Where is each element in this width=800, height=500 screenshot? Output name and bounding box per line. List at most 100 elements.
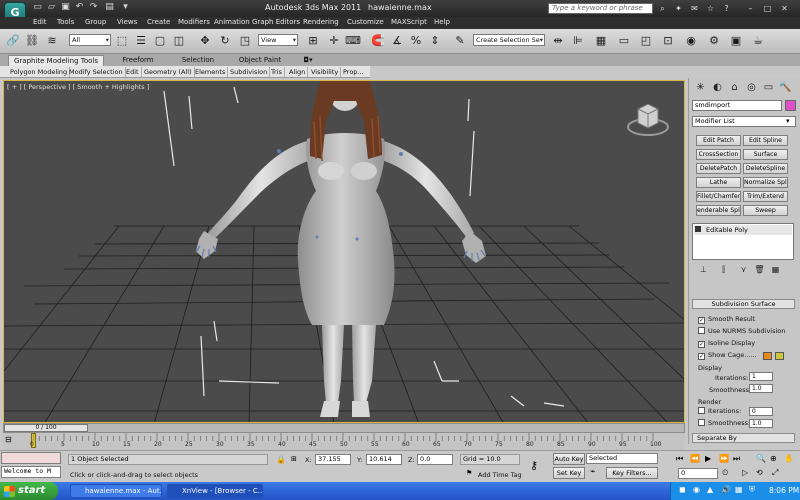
pivot-center-icon[interactable]: ⊞ <box>305 33 321 49</box>
menu-customize[interactable]: Customize <box>347 18 384 26</box>
cage-color-2-swatch[interactable] <box>775 352 784 360</box>
viewcube-icon[interactable] <box>626 99 670 139</box>
menu-group[interactable]: Group <box>85 18 106 26</box>
edit-patch-button[interactable]: Edit Patch <box>696 135 741 146</box>
cage-color-1-swatch[interactable] <box>763 352 772 360</box>
next-frame-icon[interactable]: ⏩ <box>719 454 729 463</box>
rect-region-icon[interactable]: ▢ <box>152 33 168 49</box>
key-icon[interactable]: ⚷ <box>530 459 538 472</box>
go-to-end-icon[interactable]: ⏭ <box>733 454 740 464</box>
named-selection-dropdown[interactable]: Create Selection Se <box>473 34 545 46</box>
panel-properties[interactable]: Prop... <box>341 67 366 77</box>
schematic-view-icon[interactable]: ⊡ <box>660 33 676 49</box>
key-filter-dropdown[interactable]: Selected <box>586 453 658 464</box>
scale-icon[interactable]: ◳ <box>237 33 253 49</box>
graphite-toggle-icon[interactable]: ▭ <box>616 33 632 49</box>
tray-icon-3[interactable]: ▲ <box>707 485 713 494</box>
hierarchy-tab-icon[interactable]: ⌂ <box>727 81 742 95</box>
isoline-checkbox[interactable]: ✓ Isoline Display <box>698 339 755 348</box>
close-icon[interactable]: ✕ <box>779 3 790 14</box>
search-input[interactable]: Type a keyword or phrase <box>548 3 653 14</box>
smooth-result-checkbox[interactable]: ✓ Smooth Result <box>698 315 755 324</box>
redo-icon[interactable]: ↷ <box>88 2 99 13</box>
edit-spline-button[interactable]: Edit Spline <box>743 135 788 146</box>
sweep-button[interactable]: Sweep <box>743 205 788 216</box>
maxscript-input[interactable]: Welcome to M <box>1 466 61 478</box>
modify-tab-icon[interactable]: ◐ <box>710 81 725 95</box>
perspective-viewport[interactable]: [ + ] [ Perspective ] [ Smooth + Highlig… <box>3 80 685 423</box>
task-3dsmax[interactable]: hawaienne.max - Aut... <box>70 484 162 498</box>
rotate-icon[interactable]: ↻ <box>217 33 233 49</box>
menu-animation[interactable]: Animation <box>214 18 250 26</box>
set-key-icon[interactable]: ⌁ <box>590 467 595 477</box>
x-coordinate-field[interactable]: 37.155 <box>315 454 351 465</box>
render-iterations-checkbox[interactable]: Iterations: <box>698 407 741 416</box>
track-bar[interactable]: ⊟ 0 5 10 15 20 25 30 35 40 45 50 55 60 65 70 75 80 85 90 95… <box>3 433 685 450</box>
save-file-icon[interactable]: ▣ <box>60 2 71 13</box>
maxscript-listener-mini[interactable] <box>1 452 61 464</box>
panel-align[interactable]: Align <box>287 67 309 77</box>
selection-filter-dropdown[interactable]: All <box>69 34 111 46</box>
mini-curve-editor-icon[interactable]: ⊟ <box>5 435 19 445</box>
surface-button[interactable]: Surface <box>743 149 788 160</box>
menu-maxscript[interactable]: MAXScript <box>391 18 427 26</box>
object-color-swatch[interactable] <box>785 100 796 111</box>
create-tab-icon[interactable]: ✳ <box>693 81 708 95</box>
zoom-all-icon[interactable]: ⊕ <box>770 454 777 463</box>
panel-modify-selection[interactable]: Modify Selection <box>67 67 126 77</box>
lathe-button[interactable]: Lathe <box>696 177 741 188</box>
rendered-frame-icon[interactable]: ▣ <box>728 33 744 49</box>
panel-edit[interactable]: Edit <box>124 67 142 77</box>
favorites-icon[interactable]: ☆ <box>705 3 716 14</box>
subscription-icon[interactable]: ✦ <box>673 3 684 14</box>
modifier-list-dropdown[interactable]: Modifier List <box>692 116 796 127</box>
rollout-subdivision-surface[interactable]: Subdivision Surface <box>692 299 795 309</box>
panel-polygon-modeling[interactable]: Polygon Modeling <box>8 67 71 77</box>
remove-modifier-icon[interactable]: 🗑 <box>753 264 766 275</box>
go-to-start-icon[interactable]: ⏮ <box>676 454 683 464</box>
crosssection-button[interactable]: CrossSection <box>696 149 741 160</box>
deletepatch-button[interactable]: DeletePatch <box>696 163 741 174</box>
percent-snap-icon[interactable]: % <box>408 33 424 49</box>
communication-icon[interactable]: ✉ <box>689 3 700 14</box>
curve-editor-icon[interactable]: ◰ <box>638 33 654 49</box>
layer-manager-icon[interactable]: ▦ <box>593 33 609 49</box>
rollout-separate-by[interactable]: Separate By <box>692 433 795 443</box>
spinner-snap-icon[interactable]: ⇕ <box>427 33 443 49</box>
project-folder-icon[interactable]: ▤ <box>104 2 115 13</box>
window-crossing-icon[interactable]: ◫ <box>171 33 187 49</box>
menu-graph-editors[interactable]: Graph Editors <box>252 18 300 26</box>
material-editor-icon[interactable]: ◉ <box>683 33 699 49</box>
snaps-toggle-icon[interactable]: 🧲 <box>370 33 386 49</box>
help-icon[interactable]: ? <box>721 3 732 14</box>
absolute-mode-icon[interactable]: ⊞ <box>291 455 297 463</box>
zoom-icon[interactable]: 🔍 <box>756 454 766 463</box>
align-icon[interactable]: ⊫ <box>570 33 586 49</box>
render-smoothness-spinner[interactable]: 1.0 <box>749 419 773 428</box>
time-slider[interactable]: 0 / 100 <box>3 423 685 433</box>
set-key-button[interactable]: Set Key <box>553 467 585 479</box>
minimize-icon[interactable]: – <box>745 3 756 14</box>
nurms-checkbox[interactable]: Use NURMS Subdivision <box>698 327 785 336</box>
show-end-result-icon[interactable]: ⫿ <box>717 264 730 275</box>
pan-view-icon[interactable]: ✋ <box>784 454 794 463</box>
network-icon[interactable]: ▦ <box>735 485 743 494</box>
open-file-icon[interactable]: ▱ <box>46 2 57 13</box>
viewport-label[interactable]: [ + ] [ Perspective ] [ Smooth + Highlig… <box>7 83 149 91</box>
render-setup-icon[interactable]: ⚙ <box>706 33 722 49</box>
render-smoothness-checkbox[interactable]: Smoothness: <box>698 419 750 428</box>
panel-subdivision[interactable]: Subdivision <box>228 67 271 77</box>
motion-tab-icon[interactable]: ◎ <box>744 81 759 95</box>
previous-frame-icon[interactable]: ⏪ <box>690 454 700 463</box>
deletespline-button[interactable]: DeleteSpline <box>743 163 788 174</box>
maximize-icon[interactable]: □ <box>762 3 773 14</box>
move-icon[interactable]: ✥ <box>197 33 213 49</box>
tab-graphite-modeling-tools[interactable]: Graphite Modeling Tools <box>8 55 104 66</box>
time-config-icon[interactable]: ⏲ <box>722 468 728 478</box>
select-by-name-icon[interactable]: ☰ <box>133 33 149 49</box>
renderable-spline-button[interactable]: enderable Splin <box>696 205 741 216</box>
smoothness-spinner[interactable]: 1.0 <box>749 384 773 393</box>
stack-item-editable-poly[interactable]: Editable Poly <box>694 225 792 235</box>
y-coordinate-field[interactable]: 10.614 <box>366 454 402 465</box>
orbit-icon[interactable]: ⟲ <box>756 468 763 477</box>
